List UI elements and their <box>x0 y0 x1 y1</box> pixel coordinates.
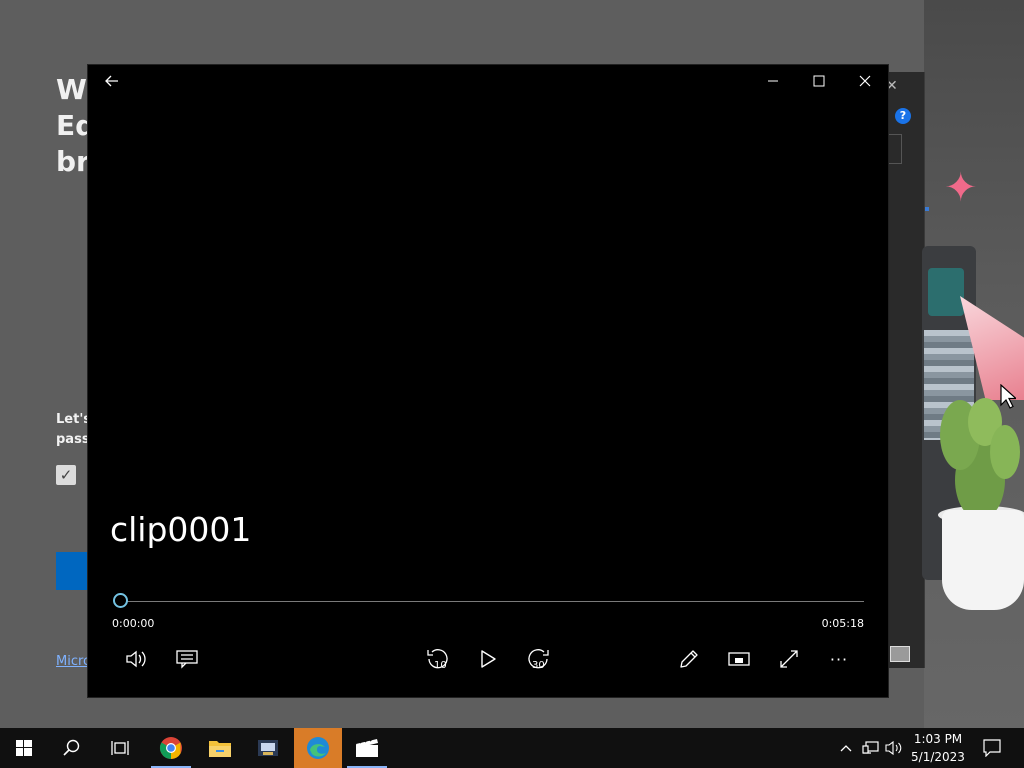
file-explorer-button[interactable] <box>196 728 244 768</box>
clock-time: 1:03 PM <box>913 732 963 746</box>
current-time: 0:00:00 <box>112 617 155 630</box>
notification-icon <box>983 739 1001 757</box>
welcome-link[interactable]: Micro <box>56 654 90 669</box>
volume-button[interactable] <box>117 639 157 679</box>
edge-icon <box>307 737 329 759</box>
volume-tray-button[interactable] <box>883 728 905 768</box>
chrome-button[interactable] <box>147 728 195 768</box>
title-bar <box>88 65 888 97</box>
skip-back-button[interactable]: 10 <box>418 639 458 679</box>
volume-icon <box>126 650 146 668</box>
file-explorer-icon <box>209 741 231 757</box>
task-view-icon <box>111 741 129 755</box>
illustration-dot <box>925 207 929 211</box>
pencil-icon <box>680 650 698 668</box>
app-button[interactable] <box>244 728 292 768</box>
show-hidden-icons-button[interactable] <box>836 728 856 768</box>
sparkle-icon: ✦ <box>944 165 978 211</box>
skip-forward-button[interactable]: 30 <box>518 639 558 679</box>
total-time: 0:05:18 <box>821 617 864 630</box>
task-view-button[interactable] <box>96 728 144 768</box>
welcome-text: Let's passw <box>56 412 90 447</box>
search-button[interactable] <box>48 728 96 768</box>
mini-view-button[interactable] <box>719 639 759 679</box>
maximize-button[interactable] <box>796 65 842 97</box>
app-icon <box>258 740 278 756</box>
chevron-up-icon <box>840 745 852 752</box>
illustration-cactus-pad <box>990 425 1020 479</box>
help-icon[interactable]: ? <box>895 108 911 124</box>
captions-icon <box>176 650 198 669</box>
taskbar-clock[interactable]: 1:03 PM 5/1/2023 <box>906 730 970 766</box>
seek-bar[interactable] <box>122 601 864 602</box>
skip-forward-icon: 30 <box>528 649 549 671</box>
skip-back-label: 10 <box>434 660 447 671</box>
clock-date: 5/1/2023 <box>911 750 965 764</box>
fullscreen-button[interactable] <box>769 639 809 679</box>
play-icon <box>481 650 496 668</box>
skip-forward-label: 30 <box>532 660 545 671</box>
dialog-image-icon[interactable] <box>890 646 910 662</box>
speaker-icon <box>885 740 902 756</box>
minimize-button[interactable] <box>750 65 796 97</box>
illustration-mug <box>928 268 964 316</box>
more-button[interactable]: ··· <box>819 639 859 679</box>
seek-thumb[interactable] <box>113 593 128 608</box>
mouse-cursor-icon <box>1000 384 1016 409</box>
close-icon <box>859 75 871 87</box>
video-title: clip0001 <box>110 510 252 549</box>
start-icon <box>16 740 32 756</box>
network-button[interactable] <box>860 728 882 768</box>
edit-button[interactable] <box>669 639 709 679</box>
maximize-icon <box>813 75 825 87</box>
fullscreen-icon <box>780 650 798 668</box>
illustration-pot <box>942 510 1024 610</box>
taskbar: 1:03 PM 5/1/2023 <box>0 728 1024 768</box>
close-button[interactable] <box>842 65 888 97</box>
mini-view-icon <box>728 652 750 666</box>
skip-back-icon: 10 <box>427 649 448 671</box>
movies-tv-button[interactable] <box>343 728 391 768</box>
welcome-checkbox[interactable]: ✓ <box>56 465 76 485</box>
back-arrow-icon <box>105 75 118 87</box>
back-button[interactable] <box>89 65 135 97</box>
play-button[interactable] <box>468 639 508 679</box>
movies-tv-icon <box>356 738 378 757</box>
network-icon <box>862 741 879 754</box>
start-button[interactable] <box>0 728 48 768</box>
captions-button[interactable] <box>167 639 207 679</box>
media-player-window: clip0001 0:00:00 0:05:18 10 30 ··· <box>88 65 888 697</box>
welcome-heading: We Ed br <box>56 73 90 178</box>
action-center-button[interactable] <box>978 728 1006 768</box>
search-icon <box>63 739 80 756</box>
chrome-icon <box>160 737 182 759</box>
edge-button[interactable] <box>294 728 342 768</box>
minimize-icon <box>768 80 778 82</box>
welcome-primary-button[interactable] <box>56 552 90 590</box>
